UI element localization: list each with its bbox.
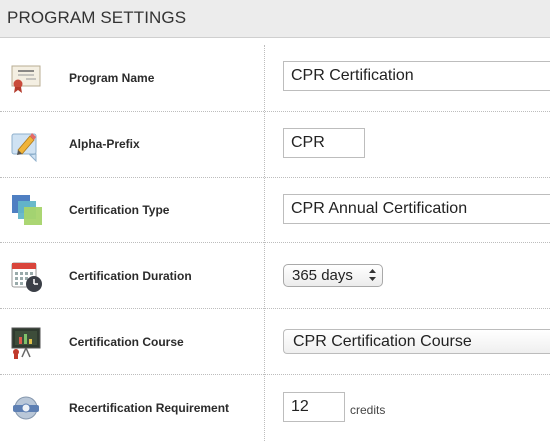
stacked-squares-icon — [10, 193, 44, 227]
recertification-requirement-label: Recertification Requirement — [69, 401, 230, 415]
alpha-prefix-label: Alpha-Prefix — [69, 137, 140, 151]
program-name-label: Program Name — [69, 71, 155, 85]
row-recertification-requirement: Recertification Requirement 12 credits — [0, 375, 550, 441]
certification-course-label: Certification Course — [69, 335, 184, 349]
program-name-input[interactable]: CPR Certification — [283, 61, 550, 91]
row-certification-course: Certification Course CPR Certification C… — [0, 309, 550, 375]
select-updown-icon — [368, 267, 377, 287]
credits-unit-label: credits — [350, 403, 386, 417]
row-certification-type: Certification Type CPR Annual Certificat… — [0, 178, 550, 243]
page-header: PROGRAM SETTINGS — [0, 0, 550, 38]
certification-duration-select[interactable]: 365 days — [283, 264, 383, 287]
recertification-credits-input[interactable]: 12 — [283, 392, 345, 422]
calendar-clock-icon — [10, 259, 44, 293]
pencil-note-icon — [10, 128, 44, 163]
row-alpha-prefix: Alpha-Prefix CPR — [0, 112, 550, 178]
alpha-prefix-input[interactable]: CPR — [283, 128, 365, 158]
row-certification-duration: Certification Duration 365 days — [0, 243, 550, 309]
certification-duration-value: 365 days — [292, 267, 353, 284]
certificate-icon — [10, 62, 44, 96]
row-program-name: Program Name CPR Certification — [0, 45, 550, 112]
page-title: PROGRAM SETTINGS — [7, 8, 187, 27]
certification-type-input[interactable]: CPR Annual Certification — [283, 194, 550, 224]
certification-course-select[interactable]: CPR Certification Course — [283, 329, 550, 354]
certification-duration-label: Certification Duration — [69, 269, 192, 283]
certification-type-label: Certification Type — [69, 203, 170, 217]
globe-badge-icon — [10, 391, 44, 425]
presentation-board-icon — [10, 325, 44, 359]
